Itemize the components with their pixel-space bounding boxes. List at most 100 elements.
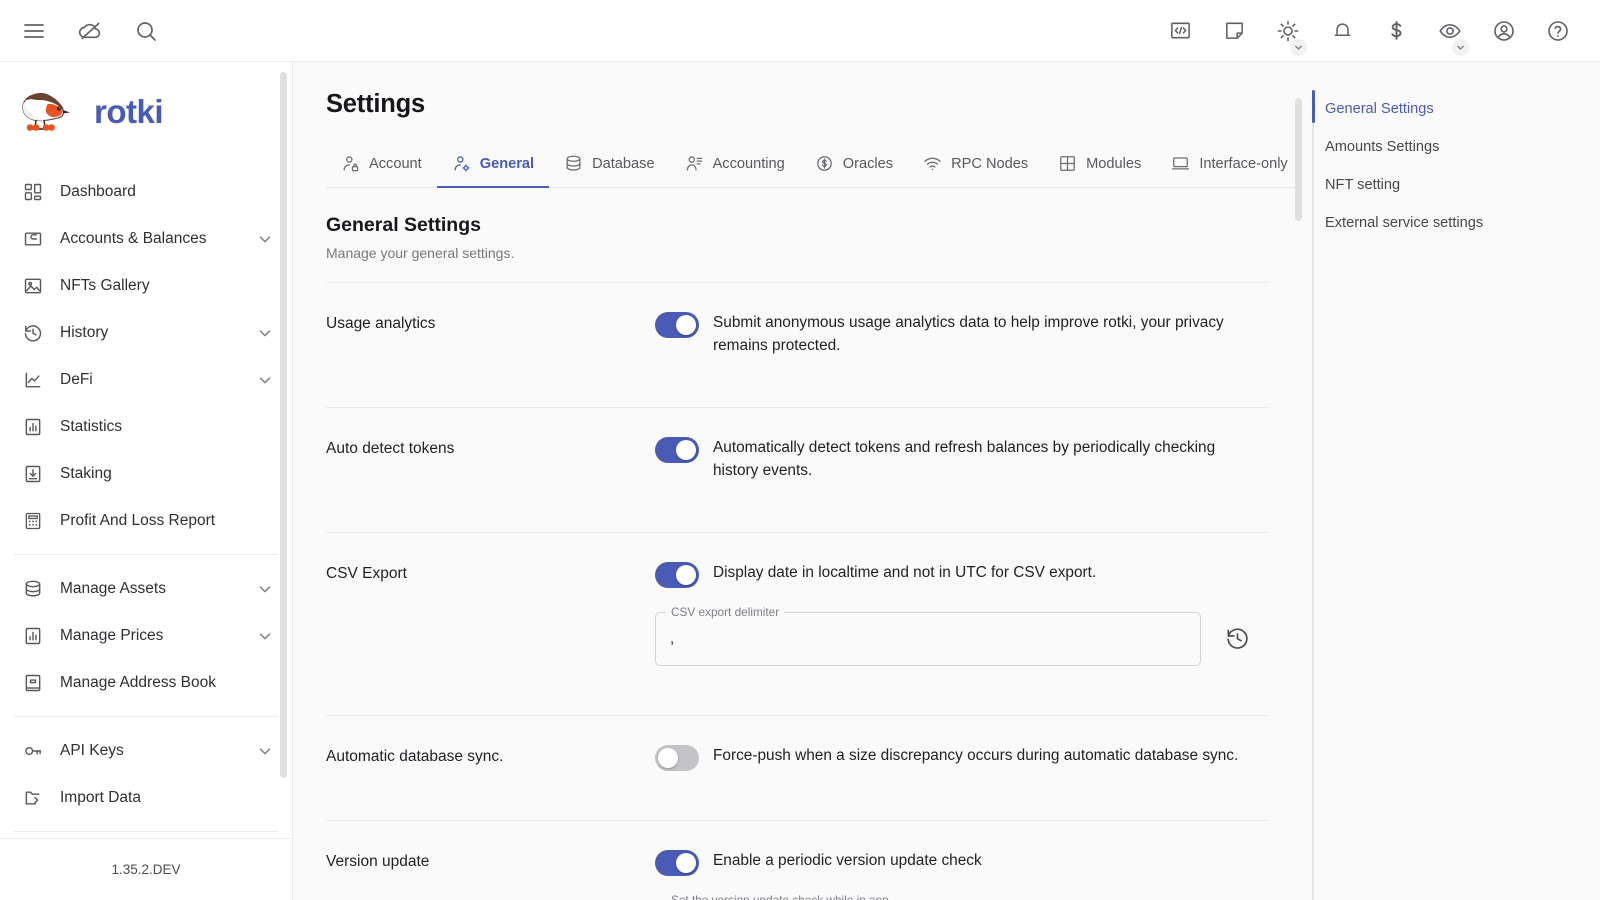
version-update-toggle[interactable]	[655, 849, 699, 876]
bell-icon[interactable]	[1322, 11, 1362, 51]
dashboard-icon	[22, 181, 44, 203]
code-icon[interactable]	[1160, 11, 1200, 51]
setting-body: Submit anonymous usage analytics data to…	[655, 311, 1270, 358]
tab-rpc-nodes[interactable]: RPC Nodes	[908, 144, 1043, 188]
staking-icon	[22, 463, 44, 485]
address-book-icon	[22, 672, 44, 694]
sidebar-item-label: History	[60, 323, 109, 341]
sidebar-item-label: Manage Assets	[60, 579, 166, 597]
chevron-down-icon[interactable]	[256, 742, 274, 760]
tab-accounting[interactable]: Accounting	[670, 144, 800, 188]
tab-general[interactable]: General	[436, 144, 550, 188]
brand-name: rotki	[94, 93, 164, 130]
chevron-down-icon[interactable]	[256, 580, 274, 598]
sidebar-item-dashboard[interactable]: Dashboard	[0, 168, 292, 215]
sidebar-nav: Dashboard Accounts & Balances NFTs Galle…	[0, 158, 292, 838]
sidebar-item-accounts-balances[interactable]: Accounts & Balances	[0, 215, 292, 262]
user-lock-icon	[341, 154, 360, 173]
main-scrollbar[interactable]	[1295, 98, 1302, 221]
grid-icon	[1058, 154, 1077, 173]
chevron-down-icon[interactable]	[256, 627, 274, 645]
toggle-line: Enable a periodic version update check	[655, 849, 1270, 876]
top-bar-left-group	[14, 11, 166, 51]
csv-export-delimiter-input[interactable]: CSV export delimiter ,	[655, 604, 1201, 666]
tab-database[interactable]: Database	[549, 144, 669, 188]
sidebar-divider	[14, 554, 278, 555]
field-legend: Set the version update check while in ap…	[666, 892, 894, 900]
history-icon	[22, 322, 44, 344]
sidebar-item-label: Accounts & Balances	[60, 229, 207, 247]
sidebar-item-label: Staking	[60, 464, 112, 482]
sun-icon[interactable]	[1268, 11, 1308, 56]
tab-oracles[interactable]: Oracles	[800, 144, 908, 188]
chevron-down-icon[interactable]	[256, 371, 274, 389]
toggle-line: Display date in localtime and not in UTC…	[655, 561, 1270, 588]
rail-item-general-settings[interactable]: General Settings	[1300, 90, 1600, 128]
user-gear-icon	[452, 154, 471, 173]
sidebar-item-import-data[interactable]: Import Data	[0, 774, 292, 821]
tab-account[interactable]: Account	[326, 144, 437, 188]
toggle-knob	[676, 564, 696, 585]
usage-analytics-toggle[interactable]	[655, 312, 699, 338]
rail-item-external-service-settings[interactable]: External service settings	[1300, 204, 1600, 242]
brand[interactable]: rotki	[0, 62, 292, 158]
sidebar-item-manage-address-book[interactable]: Manage Address Book	[0, 659, 292, 706]
sidebar-divider	[14, 716, 278, 717]
top-bar	[0, 0, 1600, 62]
automatic-database-sync-toggle[interactable]	[655, 744, 699, 771]
top-bar-right-group	[1160, 11, 1586, 56]
rail-item-nft-setting[interactable]: NFT setting	[1300, 166, 1600, 204]
sidebar-item-label: Dashboard	[60, 182, 136, 200]
chevron-down-icon[interactable]	[256, 324, 274, 342]
setting-auto-detect-tokens: Auto detect tokens Automatically detect …	[326, 408, 1300, 511]
sidebar-item-manage-assets[interactable]: Manage Assets	[0, 565, 292, 612]
sidebar-item-manage-prices[interactable]: Manage Prices	[0, 612, 292, 659]
sidebar-item-profit-and-loss-report[interactable]: Profit And Loss Report	[0, 497, 292, 544]
setting-label: Automatic database sync.	[326, 747, 504, 765]
sidebar-item-label: Profit And Loss Report	[60, 511, 216, 529]
sidebar-item-nfts-gallery[interactable]: NFTs Gallery	[0, 262, 292, 309]
auto-detect-tokens-toggle[interactable]	[655, 436, 699, 463]
csv-delimiter-field-wrap: CSV export delimiter ,	[655, 604, 1270, 666]
sidebar-item-statistics[interactable]: Statistics	[0, 403, 292, 450]
sidebar-item-staking[interactable]: Staking	[0, 450, 292, 497]
tab-label: General	[479, 155, 535, 172]
setting-body: Display date in localtime and not in UTC…	[655, 561, 1270, 666]
sidebar-item-history[interactable]: History	[0, 309, 292, 356]
account-circle-icon[interactable]	[1484, 11, 1524, 51]
setting-description: Submit anonymous usage analytics data to…	[713, 314, 1224, 355]
section-title: General Settings	[326, 214, 481, 236]
csv-export-localtime-toggle[interactable]	[655, 561, 699, 588]
menu-icon[interactable]	[14, 11, 54, 51]
restore-icon[interactable]	[1217, 619, 1257, 659]
setting-description: Force-push when a size discrepancy occur…	[713, 746, 1239, 764]
sidebar-item-label: API Keys	[60, 741, 124, 759]
sidebar-footer: 1.35.2.DEV	[0, 838, 292, 900]
help-icon[interactable]	[1538, 11, 1578, 51]
sidebar-scrollbar[interactable]	[280, 72, 287, 778]
sidebar-group-manage: Manage Assets Manage Prices Manage Addre…	[0, 559, 292, 712]
eye-icon[interactable]	[1430, 11, 1470, 56]
rotki-logo-icon	[18, 88, 80, 136]
sidebar-group-data: API Keys Import Data	[0, 721, 292, 827]
tab-interface-only[interactable]: Interface-only	[1156, 144, 1300, 188]
tab-modules[interactable]: Modules	[1043, 144, 1156, 188]
price-chart-icon	[22, 625, 44, 647]
rail-item-label: NFT setting	[1325, 177, 1401, 193]
dollar-icon[interactable]	[1376, 11, 1416, 51]
cloud-off-icon[interactable]	[70, 11, 110, 51]
chevron-down-icon[interactable]	[1452, 38, 1469, 56]
tab-label: Accounting	[712, 155, 785, 172]
database-icon	[564, 154, 583, 173]
chevron-down-icon[interactable]	[1290, 38, 1307, 56]
note-icon[interactable]	[1214, 11, 1254, 51]
rail-item-label: External service settings	[1325, 215, 1484, 231]
toggle-knob	[676, 315, 696, 335]
rail-item-amounts-settings[interactable]: Amounts Settings	[1300, 128, 1600, 166]
search-icon[interactable]	[126, 11, 166, 51]
setting-description: Enable a periodic version update check	[713, 851, 982, 869]
chevron-down-icon[interactable]	[256, 230, 274, 248]
main-content: Settings Account General Database Accoun…	[293, 62, 1600, 900]
sidebar-item-defi[interactable]: DeFi	[0, 356, 292, 403]
sidebar-item-api-keys[interactable]: API Keys	[0, 727, 292, 774]
